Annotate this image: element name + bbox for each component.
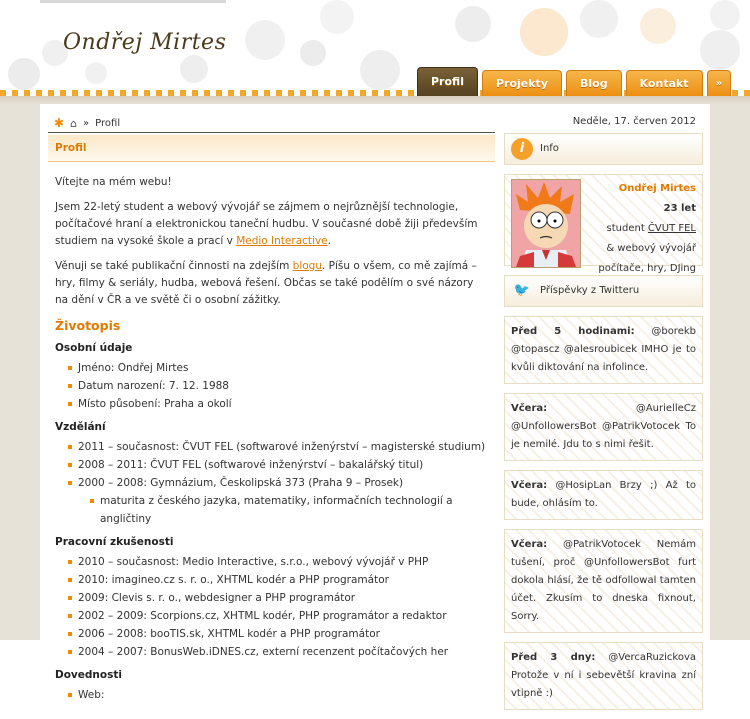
blog-paragraph: Věnuji se také publikační činnosti na zd… [55,260,477,306]
sidebar: i Info Ondřej Mirtes 23 let student ČVUT… [504,133,703,719]
profile-info: Ondřej Mirtes 23 let student ČVUT FEL & … [598,179,696,279]
blog-link[interactable]: blogu [293,260,322,272]
tweet-item: Včera: @PatrikVotocek Nemám tušení, proč… [504,529,703,633]
breadcrumb: ✱ ⌂ » Profil [54,116,121,130]
cv-heading: Životopis [55,318,121,333]
personal-list: Jméno: Ondřej Mirtes Datum narození: 7. … [55,359,488,413]
list-item: 2004 – 2007: BonusWeb.iDNES.cz, externí … [68,643,488,661]
list-item: 2008 – 2011: ČVUT FEL (softwarové inžený… [68,456,488,474]
list-item: 2006 – 2008: booTIS.sk, XHTML kodér a PH… [68,625,488,643]
profile-card: Ondřej Mirtes 23 let student ČVUT FEL & … [504,174,703,274]
list-item: 2010: imagineo.cz s. r. o., XHTML kodér … [68,571,488,589]
tweet-item: Před 3 dny: @VercaRuzickova Protože v ní… [504,642,703,710]
profile-age: 23 let [663,203,696,214]
tab-projekty[interactable]: Projekty [481,70,562,96]
home-icon[interactable]: ⌂ [70,117,77,130]
tab-kontakt[interactable]: Kontakt [625,70,703,96]
list-item: 2010 – současnost: Medio Interactive, s.… [68,553,488,571]
current-date: Neděle, 17. červen 2012 [572,116,696,127]
tab-more-chevron-icon[interactable]: » [706,70,732,96]
skills-heading: Dovednosti [55,669,122,681]
list-item: maturita z českého jazyka, matematiky, i… [90,492,488,528]
tweet-item: Včera: @AurielleCz @UnfollowersBot @Patr… [504,393,703,461]
page-container: ✱ ⌂ » Profil Neděle, 17. červen 2012 Pro… [40,104,710,710]
work-list: 2010 – současnost: Medio Interactive, s.… [55,553,488,661]
work-heading: Pracovní zkušenosti [55,536,174,548]
list-item: 2002 – 2009: Scorpions.cz, XHTML kodér, … [68,607,488,625]
tweet-item: Před 5 hodinami: @borekb @topascz @alesr… [504,316,703,384]
main-content: Profil Vítejte na mém webu! Jsem 22-letý… [48,135,495,708]
list-item: Datum narození: 7. 12. 1988 [68,377,488,395]
breadcrumb-current: Profil [95,117,121,129]
intro-paragraph: Jsem 22-letý student a webový vývojář se… [55,201,478,247]
avatar [511,179,581,268]
site-logo[interactable]: Ondřej Mirtes [63,30,226,55]
twitter-bird-icon: 🐦 [513,283,531,298]
profile-article: Vítejte na mém webu! Jsem 22-letý studen… [48,162,495,708]
welcome-text: Vítejte na mém webu! [55,176,172,188]
personal-heading: Osobní údaje [55,342,133,354]
education-heading: Vzdělání [55,421,106,433]
list-item: 2009: Clevis s. r. o., webdesigner a PHP… [68,589,488,607]
list-item: 2011 – současnost: ČVUT FEL (softwarové … [68,438,488,456]
info-icon: i [511,138,533,160]
list-item: Jméno: Ondřej Mirtes [68,359,488,377]
list-item: Web: [68,686,488,704]
info-header: i Info [504,133,703,165]
cvut-fel-link[interactable]: ČVUT FEL [648,223,696,234]
list-item: Místo působení: Praha a okolí [68,395,488,413]
profile-name: Ondřej Mirtes [618,183,696,194]
twitter-header: 🐦 Příspěvky z Twitteru [504,275,703,307]
tab-blog[interactable]: Blog [566,70,622,96]
education-list: 2011 – současnost: ČVUT FEL (softwarové … [55,438,488,528]
tab-profil[interactable]: Profil [417,67,478,96]
star-icon: ✱ [54,116,65,130]
page-title: Profil [48,135,495,162]
tweet-item: Včera: @HosipLan Brzy ;) Až to bude, ohl… [504,470,703,520]
medio-interactive-link[interactable]: Medio Interactive [236,235,327,247]
list-item: 2000 – 2008: Gymnázium, Českolipská 373 … [68,474,488,528]
skills-list: Web: [55,686,488,704]
main-navigation: Profil Projekty Blog Kontakt » [417,67,732,96]
